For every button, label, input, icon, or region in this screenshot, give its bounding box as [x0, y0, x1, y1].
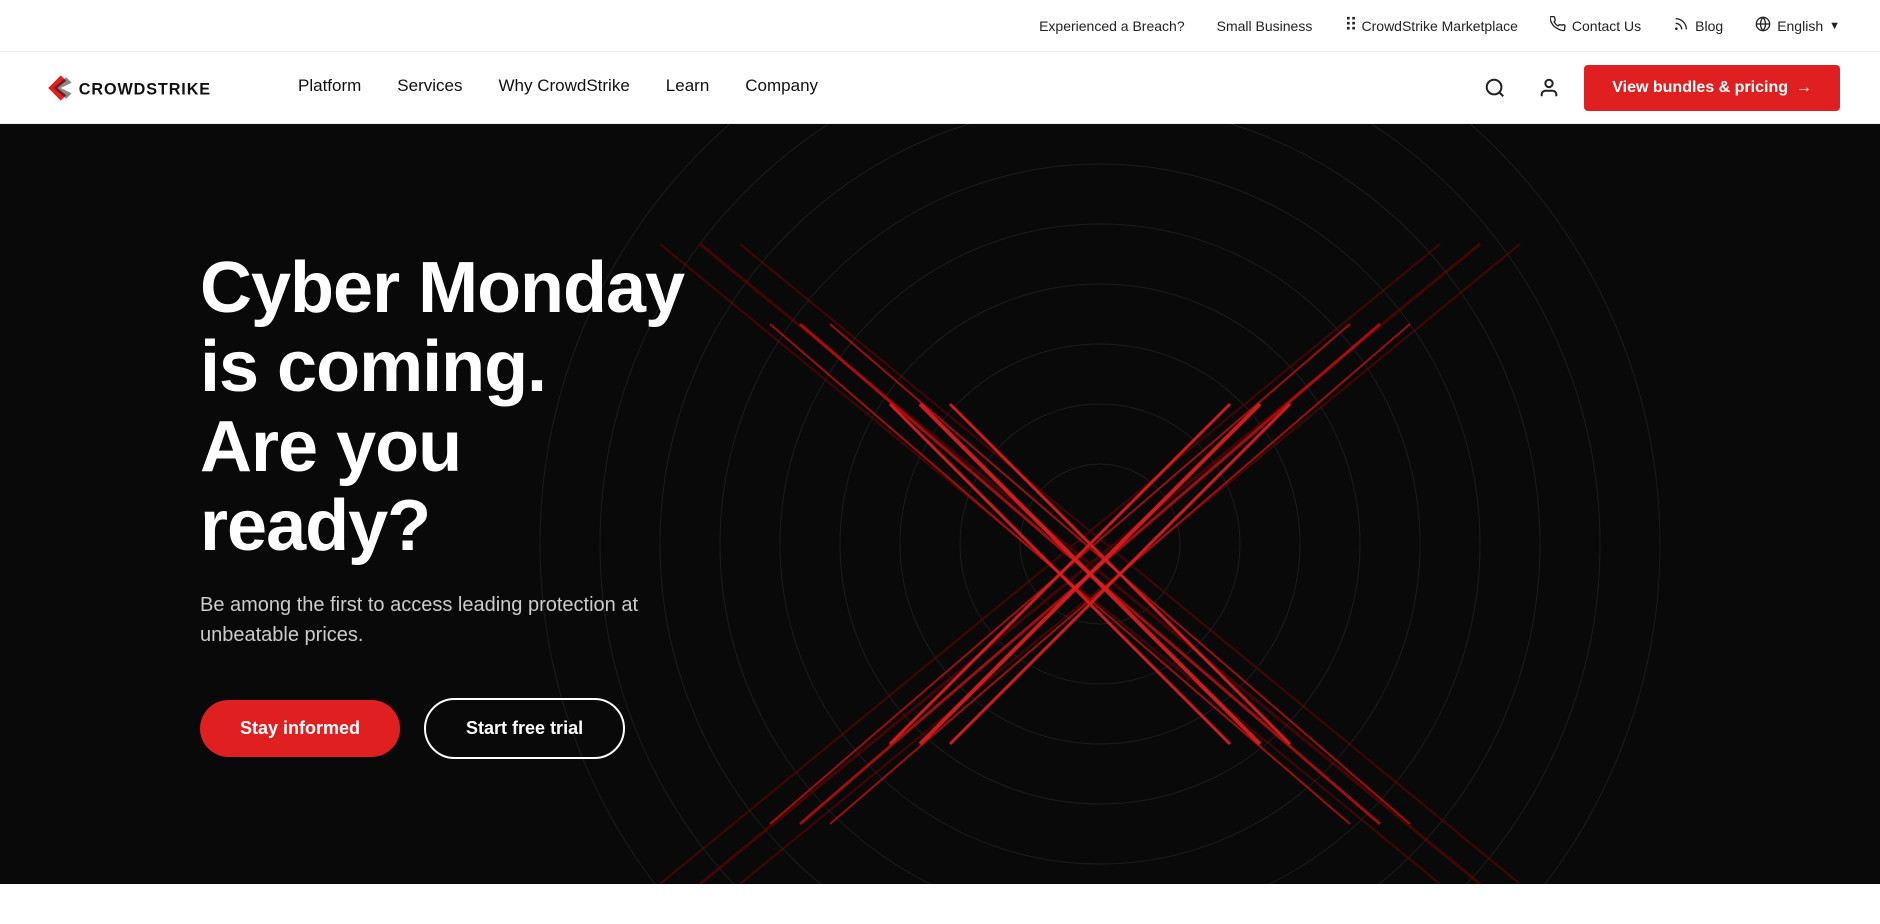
phone-icon	[1550, 16, 1566, 35]
nav-company[interactable]: Company	[727, 52, 836, 124]
language-selector[interactable]: English ▼	[1755, 16, 1840, 35]
chevron-down-icon: ▼	[1829, 20, 1840, 32]
marketplace-link[interactable]: ⠿ CrowdStrike Marketplace	[1344, 15, 1518, 36]
logo[interactable]: CROWDSTRIKE	[40, 70, 240, 106]
nav-right: View bundles & pricing →	[1476, 65, 1840, 111]
nav-learn[interactable]: Learn	[648, 52, 727, 124]
hero-subtitle: Be among the first to access leading pro…	[200, 590, 700, 650]
view-pricing-button[interactable]: View bundles & pricing →	[1584, 65, 1840, 111]
start-free-trial-button[interactable]: Start free trial	[424, 698, 625, 759]
main-nav: CROWDSTRIKE Platform Services Why CrowdS…	[0, 52, 1880, 124]
globe-icon	[1755, 16, 1771, 35]
nav-why-crowdstrike[interactable]: Why CrowdStrike	[480, 52, 647, 124]
stay-informed-button[interactable]: Stay informed	[200, 700, 400, 757]
hero-content: Cyber Monday is coming. Are you ready? B…	[0, 169, 900, 839]
arrow-icon: →	[1796, 79, 1812, 97]
logo-icon	[48, 75, 71, 100]
hero-section: Cyber Monday is coming. Are you ready? B…	[0, 124, 1880, 884]
search-button[interactable]	[1476, 69, 1514, 107]
small-business-link[interactable]: Small Business	[1217, 18, 1313, 34]
hero-buttons: Stay informed Start free trial	[200, 698, 700, 759]
account-button[interactable]	[1530, 69, 1568, 107]
svg-text:CROWDSTRIKE: CROWDSTRIKE	[79, 80, 211, 98]
breach-link[interactable]: Experienced a Breach?	[1039, 18, 1185, 34]
top-bar: Experienced a Breach? Small Business ⠿ C…	[0, 0, 1880, 52]
rss-icon	[1673, 16, 1689, 35]
dots-icon: ⠿	[1344, 15, 1355, 36]
nav-links: Platform Services Why CrowdStrike Learn …	[280, 52, 1476, 124]
blog-link[interactable]: Blog	[1673, 16, 1723, 35]
contact-link[interactable]: Contact Us	[1550, 16, 1641, 35]
hero-title: Cyber Monday is coming. Are you ready?	[200, 249, 700, 566]
nav-platform[interactable]: Platform	[280, 52, 379, 124]
nav-services[interactable]: Services	[379, 52, 480, 124]
